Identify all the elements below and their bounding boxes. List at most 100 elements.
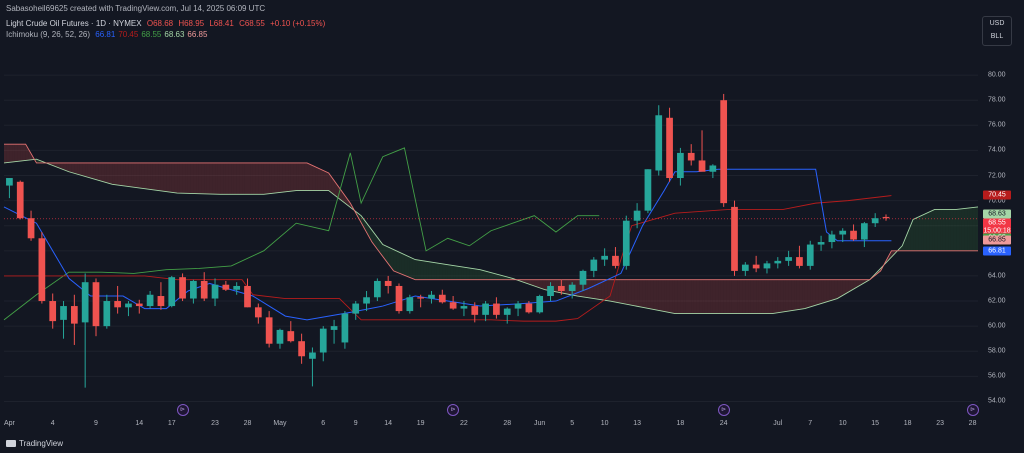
kumo-cloud-segment <box>320 169 324 191</box>
kumo-cloud-segment <box>174 162 178 194</box>
kumo-cloud-segment <box>693 279 697 314</box>
kumo-cloud-segment <box>293 162 297 191</box>
tradingview-logo[interactable]: TradingView <box>6 439 63 448</box>
candle-body <box>633 210 641 221</box>
kumo-cloud-segment <box>656 279 659 311</box>
kumo-cloud-segment <box>141 162 145 189</box>
kumo-cloud-segment <box>236 162 240 195</box>
time-tick-label: 14 <box>384 420 393 427</box>
kumo-cloud-segment <box>785 279 789 312</box>
kumo-cloud-segment <box>68 162 72 173</box>
kumo-cloud-segment <box>182 162 186 194</box>
time-tick-label: 23 <box>211 420 219 427</box>
candle-body <box>168 277 176 307</box>
kumo-cloud-segment <box>87 162 91 179</box>
kumo-cloud-segment <box>723 279 727 314</box>
kumo-cloud-segment <box>447 264 451 280</box>
kumo-cloud-segment <box>309 164 313 191</box>
kumo-cloud-segment <box>312 165 316 191</box>
kumo-cloud-segment <box>737 279 740 314</box>
kumo-cloud-segment <box>261 162 264 195</box>
price-badge: 66.85 <box>983 235 1011 245</box>
kumo-cloud-segment <box>250 162 253 195</box>
kumo-cloud-segment <box>152 162 156 191</box>
candle-body <box>287 331 295 342</box>
kumo-cloud-segment <box>160 162 164 192</box>
kumo-cloud-segment <box>247 162 251 195</box>
kumo-cloud-segment <box>277 162 280 193</box>
low-value: L68.41 <box>209 19 234 28</box>
currency-unit-button[interactable]: USD BLL <box>982 16 1012 46</box>
time-tick-label: 13 <box>633 420 641 427</box>
kumo-cloud-segment <box>274 162 278 194</box>
kumo-cloud-segment <box>112 162 115 185</box>
time-axis[interactable]: Apr 4 9 14 17 23 28 May 6 9 14 19 22 28 Jun 5 10 13 18 24 Ju… <box>0 418 982 432</box>
time-tick-label: 17 <box>167 420 176 427</box>
ichimoku-value: 70.45 <box>118 30 139 39</box>
kumo-cloud-segment <box>304 162 308 191</box>
kumo-cloud-segment <box>913 218 916 251</box>
kumo-cloud-segment <box>588 279 592 299</box>
candle-body <box>655 115 663 171</box>
price-chart[interactable] <box>0 0 982 418</box>
time-tick-label: 28 <box>968 420 977 427</box>
event-marker-icon[interactable]: ⊳ <box>966 404 979 416</box>
kumo-cloud-segment <box>710 279 713 314</box>
kumo-cloud-segment <box>745 279 749 314</box>
kumo-cloud-segment <box>783 279 786 312</box>
candle-body <box>806 244 814 266</box>
kumo-cloud-segment <box>477 269 481 280</box>
kumo-cloud-segment <box>271 162 275 194</box>
kumo-cloud-segment <box>742 279 746 314</box>
kumo-cloud-segment <box>942 209 946 251</box>
kumo-cloud-segment <box>810 279 813 307</box>
price-tick-label: 54.00 <box>988 397 1006 405</box>
ichimoku-value: 68.55 <box>141 30 162 39</box>
candle-body <box>363 297 370 304</box>
indicator-title[interactable]: Ichimoku (9, 26, 52, 26) <box>6 30 90 39</box>
kumo-cloud-segment <box>631 279 635 306</box>
kumo-cloud-segment <box>128 162 132 187</box>
kumo-cloud-segment <box>815 279 819 306</box>
kumo-cloud-segment <box>618 279 621 304</box>
candle-body <box>298 341 305 357</box>
kumo-cloud-segment <box>802 279 805 309</box>
kumo-cloud-segment <box>658 279 662 311</box>
chart-frame[interactable]: Sabasoheil69625 created with TradingView… <box>0 0 1024 453</box>
kumo-cloud-segment <box>104 162 107 183</box>
kumo-cloud-segment <box>279 162 283 193</box>
kumo-cloud-segment <box>596 279 600 300</box>
time-tick-label: 7 <box>808 420 813 427</box>
kumo-cloud-segment <box>79 162 83 176</box>
kumo-cloud-segment <box>301 162 305 191</box>
candle-body <box>612 255 619 266</box>
candle-body <box>244 285 251 308</box>
kumo-cloud-segment <box>639 279 643 308</box>
candle-body <box>222 284 230 290</box>
event-marker-icon[interactable]: ⊳ <box>447 404 460 416</box>
symbol-legend-row[interactable]: Light Crude Oil Futures · 1D · NYMEX O68… <box>6 18 328 29</box>
event-marker-icon[interactable]: ⊳ <box>176 404 189 416</box>
kumo-cloud-segment <box>258 162 262 195</box>
kumo-cloud-segment <box>239 162 243 195</box>
event-marker-icon[interactable]: ⊳ <box>717 404 730 416</box>
indicator-legend-row[interactable]: Ichimoku (9, 26, 52, 26) 66.81 70.45 68.55… <box>6 29 328 40</box>
candle-body <box>146 294 154 307</box>
kumo-cloud-segment <box>98 162 102 182</box>
kumo-cloud-segment <box>748 279 751 314</box>
kumo-cloud-segment <box>85 162 88 178</box>
kumo-cloud-segment <box>921 214 924 251</box>
time-tick-label: 23 <box>936 420 945 427</box>
time-tick-label: 10 <box>838 420 847 427</box>
kumo-cloud-segment <box>231 162 234 195</box>
kumo-cloud-segment <box>185 162 188 194</box>
time-tick-label: Apr <box>3 420 15 427</box>
symbol-title[interactable]: Light Crude Oil Futures · 1D · NYMEX <box>6 19 142 28</box>
high-value: H68.95 <box>178 19 205 28</box>
candle-body <box>839 230 847 235</box>
kumo-cloud-segment <box>90 162 94 179</box>
candle-body <box>666 117 673 179</box>
kumo-cloud-segment <box>950 209 954 251</box>
candle-body <box>774 260 782 264</box>
time-tick-label: 9 <box>353 420 358 427</box>
